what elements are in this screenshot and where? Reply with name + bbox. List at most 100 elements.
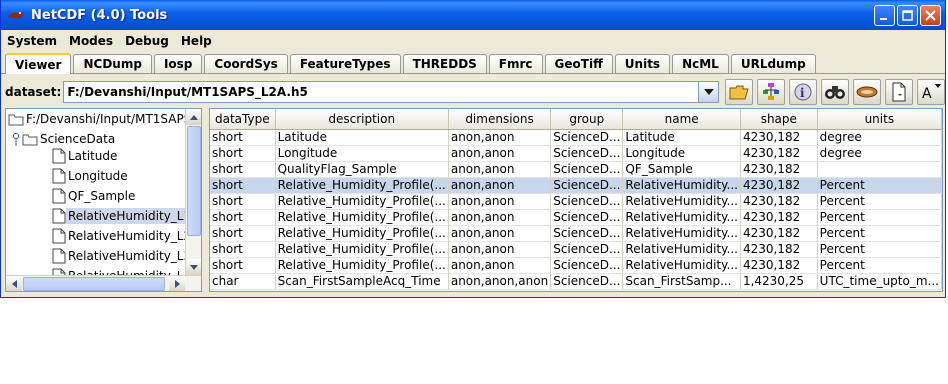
table-cell: UTC_time_upto_m... — [817, 273, 942, 290]
tab-ncml[interactable]: NcML — [672, 54, 729, 73]
table-row[interactable]: short Longitude anon,anon ScienceD... Lo… — [210, 145, 942, 162]
table-cell: Latitude — [275, 129, 449, 146]
tree-horizontal-scrollbar[interactable] — [6, 275, 201, 291]
table-cell: ScienceD... — [550, 161, 624, 178]
tab-fmrc[interactable]: Fmrc — [488, 54, 543, 73]
dataset-row: dataset: F:/Devanshi/Input/MT1SAPS_L2A.h… — [1, 76, 945, 108]
variable-tree[interactable]: F:/Devanshi/Input/MT1SAPS_ ScienceData L… — [5, 108, 202, 292]
menu-modes[interactable]: Modes — [69, 34, 113, 48]
table-cell: Relative_Humidity_Profile(... — [275, 177, 449, 194]
tree-vertical-scroll-thumb[interactable] — [187, 126, 201, 236]
menu-system[interactable]: System — [7, 34, 57, 48]
tab-thredds[interactable]: THREDDS — [402, 54, 487, 73]
column-header-units[interactable]: units — [817, 109, 942, 130]
file-icon — [52, 248, 66, 264]
column-header-datatype[interactable]: dataType — [210, 109, 276, 130]
table-row[interactable]: short Relative_Humidity_Profile(... anon… — [210, 225, 942, 242]
scroll-left-button[interactable] — [6, 276, 22, 291]
tab-coordsys[interactable]: CoordSys — [204, 54, 288, 73]
table-cell: 4230,182 — [740, 209, 818, 226]
table-cell: 4230,182 — [740, 225, 818, 242]
minimize-button[interactable] — [874, 4, 895, 26]
table-cell: ScienceD... — [550, 209, 624, 226]
dump-icon — [856, 86, 878, 98]
menu-debug[interactable]: Debug — [125, 34, 169, 48]
table-cell: Longitude — [275, 145, 449, 162]
table-row[interactable]: char Scan_FirstSampleAcq_Time anon,anon,… — [210, 273, 942, 290]
table-cell: anon,anon — [448, 241, 552, 258]
table-row[interactable]: short Relative_Humidity_Profile(... anon… — [210, 209, 942, 226]
table-cell: short — [210, 241, 276, 258]
scroll-right-button[interactable] — [169, 276, 185, 291]
tree-root[interactable]: F:/Devanshi/Input/MT1SAPS_ — [8, 109, 199, 129]
table-cell: ScienceD... — [550, 257, 624, 274]
column-header-group[interactable]: group — [550, 109, 624, 130]
column-header-dimensions[interactable]: dimensions — [448, 109, 552, 130]
table-row[interactable]: short Relative_Humidity_Profile(... anon… — [210, 193, 942, 210]
table-cell: 4230,182 — [740, 161, 818, 178]
title-bar[interactable]: NetCDF (4.0) Tools — [1, 0, 945, 30]
tab-featuretypes[interactable]: FeatureTypes — [289, 54, 401, 73]
tree-group-label: ScienceData — [40, 132, 116, 146]
document-button[interactable] — [885, 79, 913, 105]
table-row[interactable]: short QualityFlag_Sample anon,anon Scien… — [210, 161, 942, 178]
scroll-down-button[interactable] — [186, 259, 201, 275]
tree-vertical-scrollbar[interactable] — [185, 109, 201, 275]
tree-item-label: RelativeHumidity_L1 — [66, 208, 194, 224]
menu-help[interactable]: Help — [181, 34, 212, 48]
dataset-dropdown-button[interactable] — [698, 82, 719, 102]
find-button[interactable] — [821, 79, 850, 105]
tree-item[interactable]: QF_Sample — [52, 186, 137, 206]
tab-geotiff[interactable]: GeoTiff — [544, 54, 613, 73]
font-button[interactable]: A — [916, 79, 945, 105]
app-window: NetCDF (4.0) Tools System Modes Debug He… — [0, 0, 946, 298]
table-row[interactable]: short Latitude anon,anon ScienceD... Lat… — [210, 129, 942, 146]
table-cell: QF_Sample — [622, 161, 741, 178]
chevron-up-icon — [190, 114, 198, 120]
tab-viewer[interactable]: Viewer — [5, 53, 72, 74]
close-icon — [925, 9, 936, 21]
tree-structure-icon — [763, 83, 780, 100]
chevron-down-icon — [703, 89, 714, 95]
tab-iosp[interactable]: Iosp — [153, 54, 203, 73]
table-row[interactable]: short Relative_Humidity_Profile(... anon… — [210, 257, 942, 274]
close-button[interactable] — [920, 4, 941, 26]
scroll-up-button[interactable] — [186, 109, 201, 125]
table-cell: Relative_Humidity_Profile(... — [275, 257, 449, 274]
table-cell: Longitude — [622, 145, 741, 162]
table-cell: ScienceD... — [550, 177, 624, 194]
variables-table: dataType description dimensions group na… — [210, 109, 942, 290]
tab-ncdump[interactable]: NCDump — [73, 54, 152, 73]
tab-units[interactable]: Units — [614, 54, 671, 73]
structure-button[interactable] — [757, 79, 786, 105]
dump-button[interactable] — [853, 79, 881, 105]
open-file-button[interactable] — [725, 79, 754, 105]
maximize-button[interactable] — [897, 4, 918, 26]
table-cell: 4230,182 — [740, 193, 818, 210]
table-cell — [817, 161, 942, 178]
table-cell: 1,4230,25 — [740, 273, 818, 290]
column-header-description[interactable]: description — [275, 109, 449, 130]
table-row[interactable]: short Relative_Humidity_Profile(... anon… — [210, 241, 942, 258]
tree-item[interactable]: Longitude — [52, 166, 130, 186]
file-icon — [52, 228, 66, 244]
table-cell: anon,anon — [448, 177, 552, 194]
panel-splitter[interactable] — [203, 108, 208, 292]
table-row-selected[interactable]: short Relative_Humidity_Profile(... anon… — [210, 177, 942, 194]
tree-item[interactable]: RelativeHumidity_L3 — [52, 246, 193, 266]
font-icon: A — [922, 84, 941, 102]
tree-item[interactable]: RelativeHumidity_L2 — [52, 226, 193, 246]
dataset-combo[interactable]: F:/Devanshi/Input/MT1SAPS_L2A.h5 — [63, 81, 720, 103]
tree-horizontal-scroll-thumb[interactable] — [23, 277, 165, 291]
info-button[interactable]: i — [789, 79, 818, 105]
chevron-down-icon — [190, 264, 198, 270]
column-header-shape[interactable]: shape — [740, 109, 818, 130]
file-icon — [52, 188, 66, 204]
tab-urldump[interactable]: URLdump — [730, 54, 816, 73]
file-icon — [52, 168, 66, 184]
tab-strip: Viewer NCDump Iosp CoordSys FeatureTypes… — [1, 52, 945, 74]
column-header-name[interactable]: name — [622, 109, 741, 130]
tree-item[interactable]: RelativeHumidity_L1 — [52, 206, 194, 226]
tree-item[interactable]: Latitude — [52, 146, 119, 166]
window-title: NetCDF (4.0) Tools — [31, 7, 168, 23]
